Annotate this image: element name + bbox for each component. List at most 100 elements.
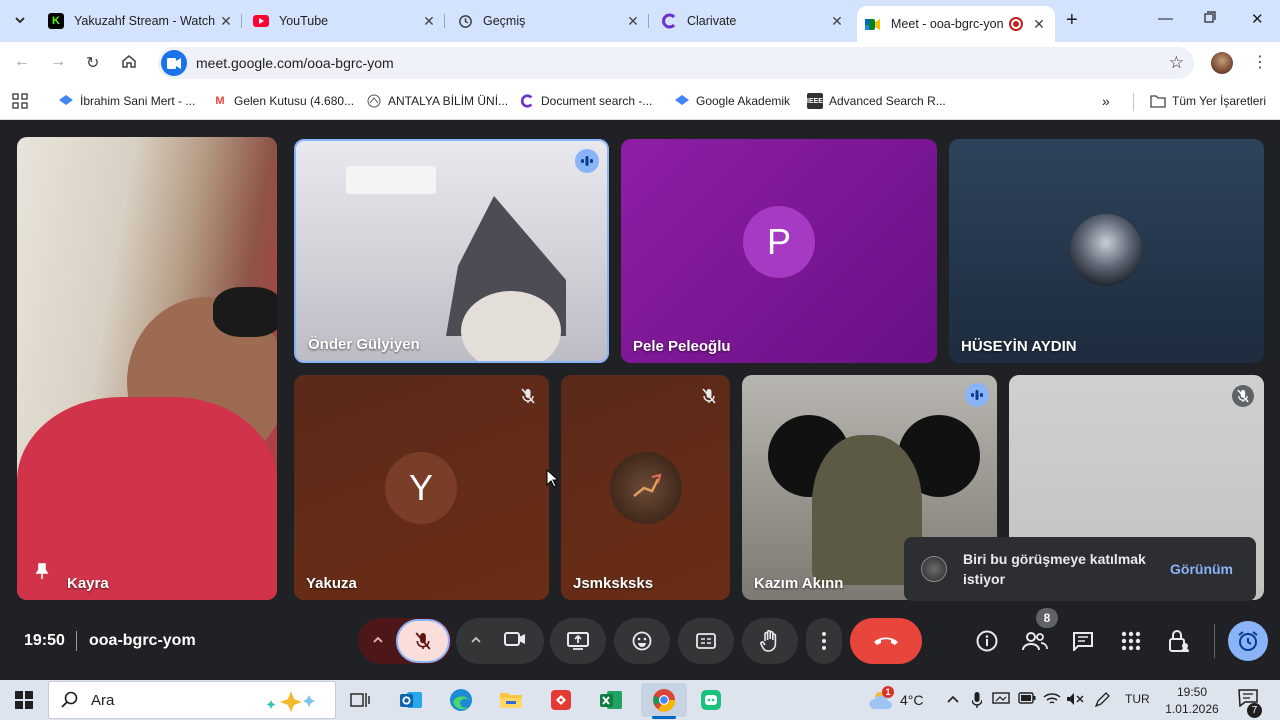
task-view-icon[interactable] xyxy=(345,686,375,714)
edge-icon[interactable] xyxy=(446,686,476,714)
meeting-info-button[interactable] xyxy=(972,626,1002,656)
language-indicator[interactable]: TUR xyxy=(1125,692,1150,706)
sagittarius-icon xyxy=(633,473,662,497)
participant-video-hoodie xyxy=(17,397,277,600)
join-request-toast: Biri bu görüşmeye katılmak istiyor Görün… xyxy=(904,537,1256,601)
clock-date: 1.01.2026 xyxy=(1165,702,1219,716)
outlook-icon[interactable] xyxy=(396,686,426,714)
present-screen-button[interactable] xyxy=(550,618,606,664)
bookmark-item[interactable]: ANTALYA BİLİM ÜNİ... xyxy=(366,93,508,109)
forward-icon[interactable]: → xyxy=(50,53,66,71)
participant-avatar xyxy=(1070,214,1142,286)
tab-title: YouTube xyxy=(279,14,329,28)
reload-icon[interactable]: ↻ xyxy=(86,53,99,73)
search-placeholder: Ara xyxy=(91,691,115,709)
mic-off-icon xyxy=(415,632,431,650)
anydesk-icon[interactable] xyxy=(546,686,576,714)
captions-button[interactable] xyxy=(678,618,734,664)
battery-icon[interactable] xyxy=(1018,692,1036,707)
participant-tile-jsmksksks[interactable]: Jsmksksks xyxy=(561,375,730,600)
mic-tray-icon[interactable] xyxy=(971,692,983,711)
profile-avatar[interactable] xyxy=(1211,52,1233,74)
ieee-icon: IEEE xyxy=(807,93,823,109)
search-icon xyxy=(61,691,78,708)
participant-tile-huseyin[interactable]: HÜSEYİN AYDIN xyxy=(949,139,1264,363)
start-button[interactable] xyxy=(9,686,39,714)
apps-grid-icon[interactable] xyxy=(12,93,28,109)
chrome-taskbar-button[interactable] xyxy=(641,683,687,717)
browser-toolbar: ← → ↻ meet.google.com/ooa-bgrc-yom ☆ xyxy=(0,42,1280,84)
bookmark-item[interactable]: IEEE Advanced Search R... xyxy=(807,93,946,109)
participant-tile-onder[interactable]: Önder Gülyiyen xyxy=(294,139,609,363)
tab-meet[interactable]: Meet - ooa-bgrc-yon ✕ xyxy=(857,6,1055,42)
timer-button[interactable] xyxy=(1228,621,1268,661)
bookmark-star-icon[interactable]: ☆ xyxy=(1169,53,1184,73)
close-tab-icon[interactable]: ✕ xyxy=(421,13,437,30)
back-icon[interactable]: ← xyxy=(14,53,30,71)
participant-avatar: Y xyxy=(385,452,457,524)
bookmark-item[interactable]: İbrahim Sani Mert - ... xyxy=(58,93,195,109)
people-icon xyxy=(1022,632,1048,651)
close-window-icon[interactable]: ✕ xyxy=(1251,10,1264,28)
new-tab-button[interactable]: + xyxy=(1066,9,1078,32)
tab-clarivate[interactable]: Clarivate ✕ xyxy=(653,6,853,36)
restore-icon[interactable] xyxy=(1204,10,1216,27)
close-tab-icon[interactable]: ✕ xyxy=(829,13,845,30)
minimize-icon[interactable]: — xyxy=(1158,10,1173,27)
display-icon[interactable] xyxy=(992,692,1010,709)
file-explorer-icon[interactable] xyxy=(496,686,526,714)
camera-options-chevron-icon[interactable] xyxy=(470,633,482,651)
toast-view-button[interactable]: Görünüm xyxy=(1170,561,1233,577)
volume-muted-icon[interactable] xyxy=(1066,692,1084,709)
activities-button[interactable] xyxy=(1116,626,1146,656)
pen-icon[interactable] xyxy=(1094,692,1110,711)
participant-video-glasses xyxy=(213,287,277,337)
more-bookmarks-icon[interactable]: » xyxy=(1102,93,1110,109)
bookmark-item[interactable]: Google Akademik xyxy=(674,93,790,109)
mic-off-icon xyxy=(1232,385,1254,407)
close-tab-icon[interactable]: ✕ xyxy=(625,13,641,30)
mic-toggle-button[interactable] xyxy=(396,619,450,663)
mic-options-chevron-icon[interactable] xyxy=(372,633,384,651)
call-end-icon xyxy=(874,637,898,645)
participant-name: HÜSEYİN AYDIN xyxy=(961,338,1077,355)
participant-tile-yakuza[interactable]: Y Yakuza xyxy=(294,375,549,600)
site-info-icon[interactable] xyxy=(161,50,187,76)
wifi-icon[interactable] xyxy=(1043,692,1061,709)
people-button[interactable] xyxy=(1020,626,1050,656)
pin-icon[interactable] xyxy=(35,563,49,584)
tab-history[interactable]: Geçmiş ✕ xyxy=(449,6,649,36)
reactions-button[interactable] xyxy=(614,618,670,664)
camera-toggle-button[interactable] xyxy=(504,631,526,652)
bookmark-item[interactable]: M Gelen Kutusu (4.680... xyxy=(212,93,354,109)
participant-tile-kayra[interactable]: Kayra xyxy=(17,137,277,600)
chrome-icon xyxy=(653,689,676,712)
browser-menu-icon[interactable]: ⋮ xyxy=(1252,52,1268,72)
avatar-initial: P xyxy=(766,221,791,262)
folder-icon xyxy=(1150,93,1166,109)
raise-hand-button[interactable] xyxy=(742,618,798,664)
taskbar-clock[interactable]: 19:50 1.01.2026 xyxy=(1164,684,1220,718)
excel-icon[interactable] xyxy=(596,686,626,714)
more-options-button[interactable] xyxy=(806,618,842,664)
taskbar-search[interactable]: Ara xyxy=(48,681,336,719)
bookmark-item[interactable]: Document search -... xyxy=(519,93,652,109)
meet-icon xyxy=(865,16,881,32)
host-controls-button[interactable] xyxy=(1164,626,1194,656)
tab-youtube[interactable]: YouTube ✕ xyxy=(245,6,445,36)
chat-button[interactable] xyxy=(1068,626,1098,656)
clarivate-icon xyxy=(519,93,535,109)
tab-search-button[interactable] xyxy=(8,8,32,32)
tray-overflow-icon[interactable] xyxy=(947,692,959,707)
home-icon[interactable] xyxy=(121,53,137,74)
close-tab-icon[interactable]: ✕ xyxy=(218,13,234,30)
all-bookmarks-button[interactable]: Tüm Yer İşaretleri xyxy=(1150,93,1266,109)
participant-tile-pele[interactable]: P Pele Peleoğlu xyxy=(621,139,937,363)
leave-call-button[interactable] xyxy=(850,618,922,664)
chat-app-icon[interactable] xyxy=(696,686,726,714)
tab-kick[interactable]: K Yakuzahf Stream - Watch ✕ xyxy=(40,6,242,36)
address-bar[interactable]: meet.google.com/ooa-bgrc-yom ☆ xyxy=(158,47,1194,79)
bookmark-label: Document search -... xyxy=(541,94,653,108)
close-tab-icon[interactable]: ✕ xyxy=(1031,16,1047,33)
meeting-time: 19:50 xyxy=(24,632,65,649)
